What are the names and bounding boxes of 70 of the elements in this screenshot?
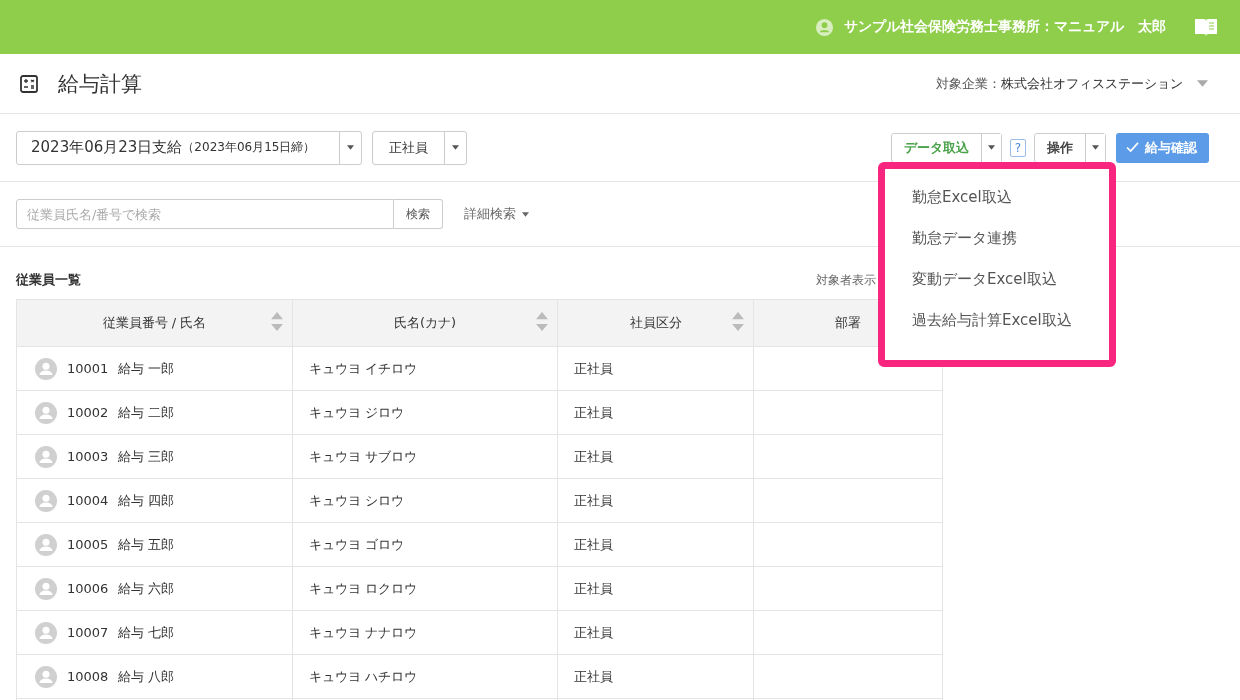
caret-icon[interactable] bbox=[522, 211, 529, 217]
dropdown-toggle[interactable] bbox=[1085, 133, 1105, 162]
employee-type-value: 正社員 bbox=[373, 131, 446, 164]
table-cell: 正社員 bbox=[557, 478, 754, 523]
avatar-icon bbox=[35, 665, 57, 688]
employee-name[interactable]: 給与 三郎 bbox=[118, 447, 175, 466]
employee-name[interactable]: 給与 七郎 bbox=[118, 623, 175, 642]
employee-number: 10001 bbox=[67, 361, 109, 376]
employee-name[interactable]: 給与 二郎 bbox=[118, 403, 175, 422]
display-label: 対象者表示 bbox=[816, 271, 876, 289]
company-name[interactable]: 株式会社オフィスステーション bbox=[1001, 74, 1183, 93]
section-title: 従業員一覧 bbox=[16, 271, 81, 289]
table-cell: キュウヨ ゴロウ bbox=[292, 522, 558, 567]
company-label: 対象企業： bbox=[936, 74, 1001, 93]
caret-icon[interactable] bbox=[452, 145, 460, 150]
advanced-search-link[interactable]: 詳細検索 bbox=[464, 205, 516, 223]
page-title: 給与計算 bbox=[58, 70, 142, 98]
avatar-icon bbox=[35, 401, 57, 424]
employee-number: 10004 bbox=[67, 493, 109, 508]
table-cell: キュウヨ シロウ bbox=[292, 478, 558, 523]
dropdown-toggle[interactable] bbox=[981, 133, 1001, 162]
table-cell: キュウヨ ジロウ bbox=[292, 390, 558, 435]
table-cell: 正社員 bbox=[557, 654, 754, 699]
employee-name[interactable]: 給与 一郎 bbox=[118, 359, 175, 378]
caret-icon bbox=[1092, 145, 1099, 150]
avatar-icon bbox=[35, 489, 57, 512]
column-header[interactable]: 社員区分 bbox=[557, 299, 754, 347]
check-icon bbox=[1126, 142, 1139, 153]
sort-icon[interactable] bbox=[271, 312, 283, 331]
table-cell: 正社員 bbox=[557, 610, 754, 655]
sort-icon[interactable] bbox=[536, 312, 548, 331]
caret-icon bbox=[988, 145, 995, 150]
search-button[interactable]: 検索 bbox=[394, 199, 443, 229]
table-cell: 正社員 bbox=[557, 522, 754, 567]
employee-type-select[interactable]: 正社員 bbox=[372, 130, 468, 165]
help-button[interactable]: ? bbox=[1010, 138, 1026, 157]
table-cell: 正社員 bbox=[557, 434, 754, 479]
employee-number: 10002 bbox=[67, 405, 109, 420]
table-cell: 正社員 bbox=[557, 566, 754, 611]
table-cell: 正社員 bbox=[557, 390, 754, 435]
employee-number: 10006 bbox=[67, 581, 109, 596]
caret-icon[interactable] bbox=[347, 145, 355, 150]
table-cell: キュウヨ サブロウ bbox=[292, 434, 558, 479]
employee-name[interactable]: 給与 六郎 bbox=[118, 579, 175, 598]
avatar-icon bbox=[35, 357, 57, 380]
avatar-icon bbox=[35, 533, 57, 556]
table-cell: キュウヨ ハチロウ bbox=[292, 654, 558, 699]
employee-name[interactable]: 給与 八郎 bbox=[118, 667, 175, 686]
avatar-icon bbox=[35, 577, 57, 600]
table-cell: キュウヨ ナナロウ bbox=[292, 610, 558, 655]
avatar-icon bbox=[35, 445, 57, 468]
employee-name[interactable]: 給与 五郎 bbox=[118, 535, 175, 554]
column-header[interactable]: 氏名(カナ) bbox=[292, 299, 558, 347]
calculator-icon bbox=[20, 74, 38, 93]
book-icon[interactable] bbox=[1194, 17, 1218, 37]
table-cell: 正社員 bbox=[557, 346, 754, 391]
user-icon[interactable] bbox=[815, 17, 834, 37]
employee-number: 10007 bbox=[67, 625, 109, 640]
search-field[interactable]: 従業員氏名/番号で検索 bbox=[16, 199, 394, 229]
table-cell: キュウヨ イチロウ bbox=[292, 346, 558, 391]
avatar-icon bbox=[35, 621, 57, 644]
menu-item[interactable]: 勤怠Excel取込 bbox=[912, 188, 1109, 229]
menu-item[interactable]: 勤怠データ連携 bbox=[912, 229, 1109, 270]
employee-number: 10008 bbox=[67, 669, 109, 684]
column-header[interactable]: 従業員番号 / 氏名 bbox=[16, 299, 293, 347]
employee-number: 10003 bbox=[67, 449, 109, 464]
employee-number: 10005 bbox=[67, 537, 109, 552]
employee-name[interactable]: 給与 四郎 bbox=[118, 491, 175, 510]
sort-icon[interactable] bbox=[732, 312, 744, 331]
table-cell: キュウヨ ロクロウ bbox=[292, 566, 558, 611]
